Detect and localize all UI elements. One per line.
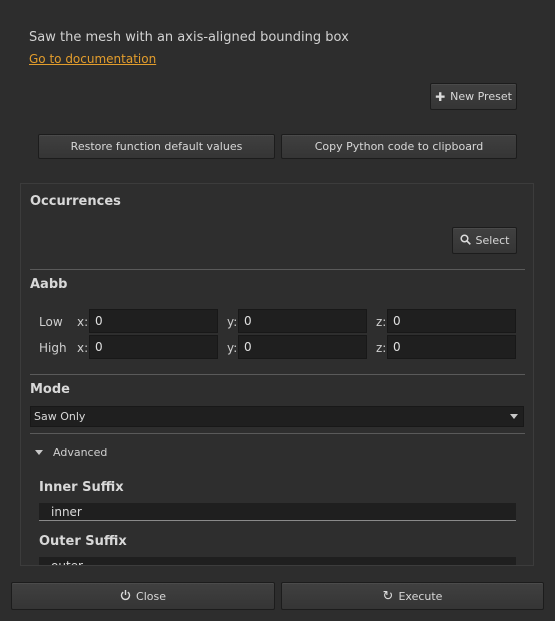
advanced-label: Advanced bbox=[53, 446, 108, 459]
axis-z-label: z: bbox=[376, 315, 387, 329]
aabb-high-label: High bbox=[39, 341, 67, 355]
execute-label: Execute bbox=[398, 589, 443, 603]
restore-defaults-label: Restore function default values bbox=[70, 140, 243, 153]
new-preset-button[interactable]: ✚ New Preset bbox=[430, 83, 517, 110]
divider bbox=[30, 374, 525, 375]
inner-suffix-title: Inner Suffix bbox=[39, 480, 124, 495]
caret-down-icon bbox=[35, 450, 43, 455]
high-z-field[interactable]: 0 bbox=[387, 335, 516, 359]
copy-python-label: Copy Python code to clipboard bbox=[314, 140, 484, 153]
mode-dropdown[interactable]: Saw Only bbox=[30, 406, 524, 427]
occurrences-title: Occurrences bbox=[30, 194, 121, 209]
axis-y-label: y: bbox=[227, 315, 238, 329]
axis-x-label: x: bbox=[77, 341, 89, 355]
execute-button[interactable]: ↻ Execute bbox=[281, 582, 544, 610]
refresh-icon: ↻ bbox=[382, 588, 394, 604]
function-description: Saw the mesh with an axis-aligned boundi… bbox=[29, 30, 349, 45]
outer-suffix-title: Outer Suffix bbox=[39, 534, 127, 549]
documentation-link[interactable]: Go to documentation bbox=[29, 52, 156, 66]
restore-defaults-button[interactable]: Restore function default values bbox=[38, 134, 275, 159]
select-occurrences-button[interactable]: Select bbox=[452, 227, 517, 254]
axis-y-label: y: bbox=[227, 341, 238, 355]
high-y-field[interactable]: 0 bbox=[238, 335, 367, 359]
aabb-low-label: Low bbox=[39, 315, 63, 329]
advanced-toggle[interactable]: Advanced bbox=[35, 446, 107, 459]
inner-suffix-input[interactable]: inner bbox=[39, 503, 516, 521]
plus-icon: ✚ bbox=[435, 89, 446, 104]
new-preset-label: New Preset bbox=[450, 90, 512, 103]
mode-selected-value: Saw Only bbox=[34, 410, 86, 423]
outer-suffix-input[interactable]: outer bbox=[39, 557, 516, 565]
divider bbox=[30, 433, 525, 434]
high-x-field[interactable]: 0 bbox=[89, 335, 218, 359]
aabb-title: Aabb bbox=[30, 277, 68, 292]
low-x-field[interactable]: 0 bbox=[89, 309, 218, 333]
chevron-down-icon bbox=[510, 414, 518, 419]
search-icon bbox=[459, 234, 471, 247]
axis-x-label: x: bbox=[77, 315, 89, 329]
low-z-field[interactable]: 0 bbox=[387, 309, 516, 333]
power-icon bbox=[120, 589, 131, 603]
divider bbox=[30, 269, 525, 270]
low-y-field[interactable]: 0 bbox=[238, 309, 367, 333]
parameters-panel[interactable]: Occurrences Select Aabb Low x: 0 y: 0 z:… bbox=[20, 183, 534, 566]
close-label: Close bbox=[136, 589, 166, 603]
axis-z-label: z: bbox=[376, 341, 387, 355]
select-label: Select bbox=[475, 234, 510, 247]
mode-title: Mode bbox=[30, 382, 70, 397]
copy-python-button[interactable]: Copy Python code to clipboard bbox=[281, 134, 517, 159]
close-button[interactable]: Close bbox=[11, 582, 275, 610]
